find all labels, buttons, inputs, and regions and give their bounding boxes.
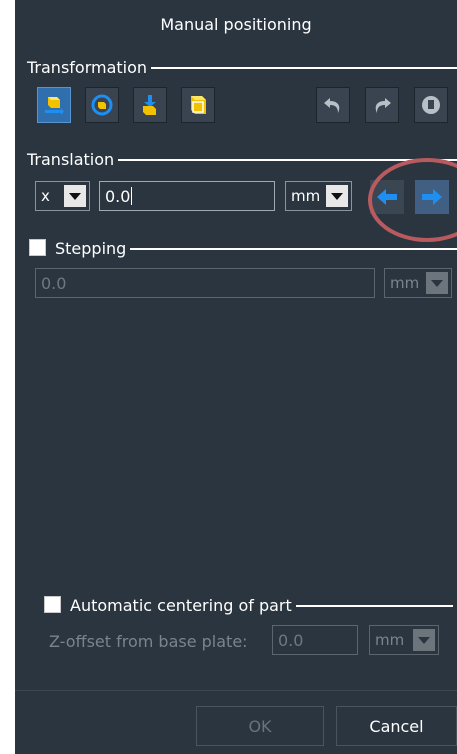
redo-button[interactable] <box>365 87 399 123</box>
stepping-unit-value: mm <box>390 274 420 292</box>
translation-unit-select[interactable]: mm <box>285 181 352 211</box>
transformation-label: Transformation <box>27 57 148 77</box>
centering-label: Automatic centering of part <box>70 595 292 615</box>
rotate-tool-button[interactable] <box>85 87 119 123</box>
cancel-button[interactable]: Cancel <box>336 706 457 746</box>
z-offset-unit-select[interactable]: mm <box>369 625 439 655</box>
ok-button[interactable]: OK <box>196 706 324 746</box>
translate-tool-button[interactable] <box>37 87 71 123</box>
place-on-plate-tool-button[interactable] <box>133 87 167 123</box>
z-offset-input[interactable]: 0.0 <box>272 625 358 655</box>
reset-button[interactable] <box>414 87 448 123</box>
manual-positioning-dialog: Manual positioning Transformation Transl… <box>15 0 457 754</box>
translate-part-icon <box>45 97 64 115</box>
stepping-section-header: Stepping <box>43 238 457 258</box>
translation-value-input[interactable]: 0.0 <box>99 181 275 211</box>
place-on-plate-icon <box>143 95 156 115</box>
chevron-down-icon <box>426 272 448 294</box>
axis-select-value: x <box>41 187 50 205</box>
undo-icon <box>324 98 340 113</box>
transformation-section-header: Transformation <box>15 57 457 77</box>
chevron-down-icon <box>326 185 348 207</box>
dialog-title: Manual positioning <box>160 15 312 34</box>
z-offset-label: Z-offset from base plate: <box>49 632 248 651</box>
rotate-part-icon <box>91 94 113 116</box>
reset-icon <box>422 96 440 114</box>
translation-label: Translation <box>27 149 115 169</box>
footer-divider <box>15 690 457 691</box>
section-divider <box>295 604 453 607</box>
highlight-annotation <box>368 158 457 242</box>
section-divider <box>151 66 457 69</box>
stepping-unit-select[interactable]: mm <box>384 268 452 298</box>
scale-tool-button[interactable] <box>181 87 215 123</box>
z-offset-value: 0.0 <box>278 630 304 650</box>
stepping-value: 0.0 <box>41 273 67 293</box>
chevron-down-icon <box>413 629 435 651</box>
scale-part-icon <box>191 96 206 114</box>
translation-value: 0.0 <box>105 186 131 206</box>
translation-unit-value: mm <box>291 187 321 205</box>
section-divider <box>130 247 457 250</box>
axis-select[interactable]: x <box>35 181 90 211</box>
chevron-down-icon <box>64 185 86 207</box>
stepping-value-input[interactable]: 0.0 <box>35 268 375 298</box>
stepping-label: Stepping <box>55 238 127 258</box>
undo-button[interactable] <box>316 87 350 123</box>
centering-section-header: Automatic centering of part <box>58 595 453 615</box>
redo-icon <box>375 98 391 113</box>
text-cursor <box>131 187 133 205</box>
z-offset-unit-value: mm <box>375 631 405 649</box>
